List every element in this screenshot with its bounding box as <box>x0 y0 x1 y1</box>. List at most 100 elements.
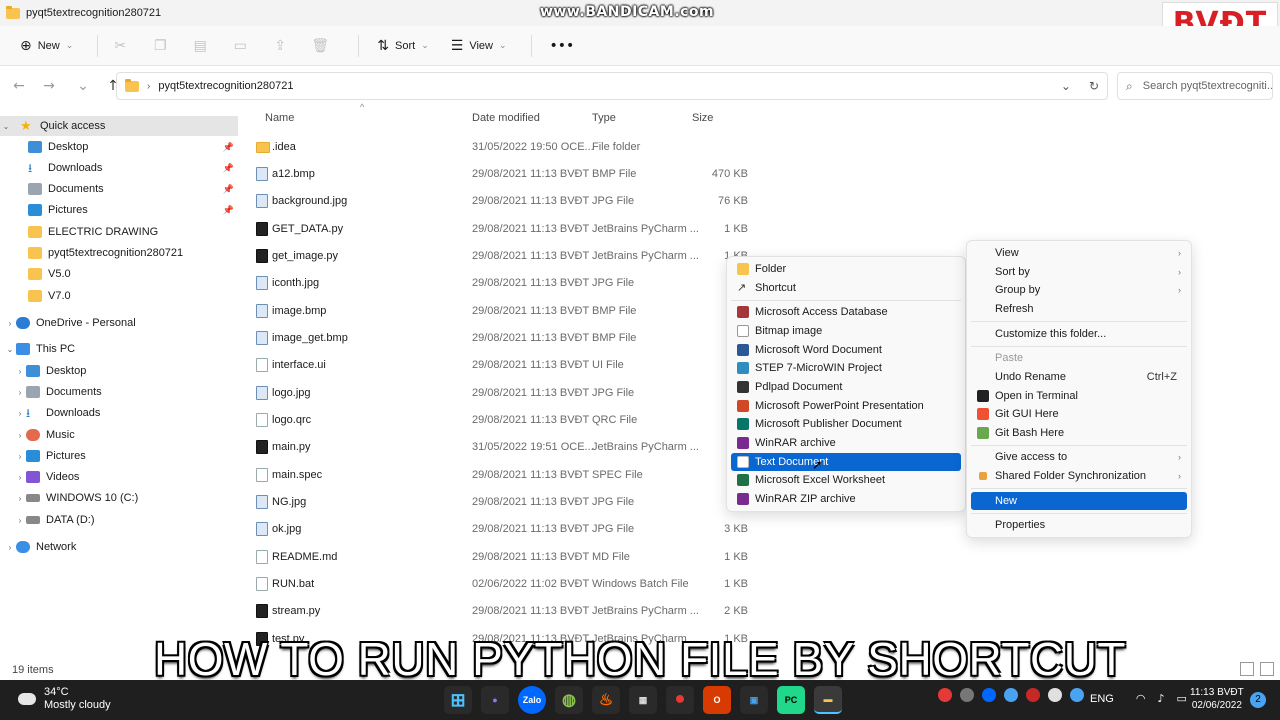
menu-item-give-access[interactable]: Give access to › <box>971 448 1187 466</box>
file-row[interactable]: interface.ui 29/08/2021 11:13 BVĐT UI File… <box>252 352 762 378</box>
rename-icon[interactable]: ▭ <box>228 34 252 58</box>
file-row[interactable]: logo.qrc 29/08/2021 11:13 BVĐT QRC File <box>252 407 762 433</box>
zalo-icon[interactable] <box>982 688 996 702</box>
app-icon[interactable] <box>1026 688 1040 702</box>
file-row[interactable]: image_get.bmp 29/08/2021 11:13 BVĐT BMP Fi… <box>252 325 762 351</box>
file-row[interactable]: logo.jpg29/08/2021 11:13 BVĐTJPG File1 <box>252 380 762 406</box>
menu-item-open-terminal[interactable]: Open in Terminal <box>971 387 1187 405</box>
file-row[interactable]: GET_DATA.py 29/08/2021 11:13 BVĐT JetBrain… <box>252 216 762 242</box>
file-row[interactable]: RUN.bat 02/06/2022 11:02 BVĐT Windows Batc… <box>252 571 762 597</box>
more-options-button[interactable]: ••• <box>542 34 583 58</box>
sidebar-item-drive-d[interactable]: › DATA (D:) <box>0 510 238 530</box>
record-icon[interactable]: ⏺ <box>666 686 694 714</box>
column-header-date[interactable]: Date modified <box>472 112 540 124</box>
copy-icon[interactable]: ❐ <box>148 34 172 58</box>
sidebar-item-pyqt5textrecognition[interactable]: pyqt5textrecognition280721 <box>0 243 238 263</box>
paste-icon[interactable]: ▤ <box>188 34 212 58</box>
menu-item-git-gui[interactable]: Git GUI Here <box>971 405 1187 423</box>
wifi-icon[interactable]: ◠ <box>1136 692 1146 705</box>
back-arrow-icon[interactable]: ← <box>4 78 34 94</box>
forward-arrow-icon[interactable]: → <box>34 78 64 94</box>
file-row[interactable]: a12.bmp 29/08/2021 11:13 BVĐT BMP File 470 … <box>252 161 762 187</box>
menu-item-publisher[interactable]: Microsoft Publisher Document <box>731 415 961 433</box>
app-icon[interactable]: ◍ <box>555 686 583 714</box>
sidebar-item-onedrive[interactable]: › OneDrive - Personal <box>0 313 238 333</box>
office-icon[interactable]: O <box>703 686 731 714</box>
chevron-down-icon[interactable]: ⌄ <box>1061 79 1071 93</box>
sidebar-item-pc-pictures[interactable]: › Pictures <box>0 446 238 466</box>
file-row[interactable]: iconth.jpg29/08/2021 11:13 BVĐTJPG File1 <box>252 270 762 296</box>
menu-item-pdlpad-document[interactable]: Pdlpad Document <box>731 378 961 396</box>
sidebar-item-desktop[interactable]: Desktop 📌 <box>0 137 238 157</box>
menu-item-paste[interactable]: Paste <box>971 349 1187 367</box>
app-icon[interactable] <box>960 688 974 702</box>
menu-item-shared-sync[interactable]: Shared Folder Synchronization › <box>971 467 1187 485</box>
sidebar-item-electric-drawing[interactable]: ELECTRIC DRAWING <box>0 222 238 242</box>
chevron-right-icon[interactable]: › <box>14 431 26 440</box>
sidebar-item-pc-desktop[interactable]: › Desktop <box>0 361 238 381</box>
file-row[interactable]: get_image.py 29/08/2021 11:13 BVĐT JetBrai… <box>252 243 762 269</box>
battery-icon[interactable]: ▭ <box>1176 692 1186 705</box>
chevron-right-icon[interactable]: › <box>14 409 26 418</box>
notification-badge[interactable]: 2 <box>1250 692 1266 708</box>
chevron-right-icon[interactable]: › <box>4 543 16 552</box>
file-explorer-icon[interactable]: ▬ <box>814 686 842 714</box>
app-icon[interactable]: ♨ <box>592 686 620 714</box>
menu-item-access-database[interactable]: Microsoft Access Database <box>731 303 961 321</box>
file-row[interactable]: NG.jpg 29/08/2021 11:13 BVĐT JPG File <box>252 489 762 515</box>
menu-item-git-bash[interactable]: Git Bash Here <box>971 424 1187 442</box>
app-grid-icon[interactable]: ▦ <box>629 686 657 714</box>
zalo-icon[interactable]: Zalo <box>518 686 546 714</box>
delete-icon[interactable]: 🗑 <box>308 34 332 58</box>
clock[interactable]: 11:13 BVĐT 02/06/2022 <box>1190 686 1244 712</box>
menu-item-excel-worksheet[interactable]: Microsoft Excel Worksheet <box>731 471 961 489</box>
sidebar-item-pc-downloads[interactable]: › ⭳ Downloads <box>0 403 238 423</box>
weather-widget[interactable]: 34°C Mostly cloudy <box>15 686 111 712</box>
menu-item-bitmap[interactable]: Bitmap image <box>731 322 961 340</box>
menu-item-undo-rename[interactable]: Undo Rename Ctrl+Z <box>971 368 1187 386</box>
menu-item-word-document[interactable]: Microsoft Word Document <box>731 341 961 359</box>
file-row[interactable]: stream.py 29/08/2021 11:13 BVĐT JetBrains … <box>252 598 762 624</box>
menu-item-winrar-zip[interactable]: WinRAR ZIP archive <box>731 490 961 508</box>
sidebar-item-music[interactable]: › Music <box>0 425 238 445</box>
file-row[interactable]: .idea 31/05/2022 19:50 OCE... File folder <box>252 134 762 160</box>
refresh-icon[interactable]: ↻ <box>1089 79 1099 93</box>
sidebar-item-quick-access[interactable]: ⌄ ★ Quick access <box>0 116 238 136</box>
chevron-right-icon[interactable]: › <box>14 388 26 397</box>
sidebar-item-this-pc[interactable]: ⌄ This PC <box>0 339 238 359</box>
menu-item-text-document[interactable]: Text Document <box>731 453 961 471</box>
sidebar-item-network[interactable]: › Network <box>0 537 238 557</box>
file-row[interactable]: ok.jpg 29/08/2021 11:13 BVĐT JPG File 3 KB <box>252 516 762 542</box>
app-icon[interactable]: ▣ <box>740 686 768 714</box>
record-icon[interactable] <box>938 688 952 702</box>
chevron-right-icon[interactable]: › <box>4 319 16 328</box>
new-button[interactable]: ⊕ New ⌄ <box>12 34 81 58</box>
sidebar-item-v5[interactable]: V5.0 <box>0 264 238 284</box>
sidebar-item-pc-documents[interactable]: › Documents <box>0 382 238 402</box>
app-icon[interactable] <box>1048 688 1062 702</box>
file-row[interactable]: image.bmp 29/08/2021 11:13 BVĐT BMP File <box>252 298 762 324</box>
chevron-down-icon[interactable]: ⌄ <box>4 345 16 354</box>
chevron-down-icon[interactable]: ⌄ <box>68 78 98 94</box>
chevron-down-icon[interactable]: ⌄ <box>0 122 12 131</box>
chevron-right-icon[interactable]: › <box>14 516 26 525</box>
column-header-type[interactable]: Type <box>592 112 616 124</box>
menu-item-step7-project[interactable]: STEP 7-MicroWIN Project <box>731 359 961 377</box>
menu-item-new[interactable]: New <box>971 492 1187 510</box>
menu-item-sort-by[interactable]: Sort by › <box>971 263 1187 281</box>
chevron-right-icon[interactable]: › <box>14 473 26 482</box>
menu-item-powerpoint[interactable]: Microsoft PowerPoint Presentation <box>731 397 961 415</box>
menu-item-customize-folder[interactable]: Customize this folder... <box>971 325 1187 343</box>
start-icon[interactable]: ⊞ <box>444 686 472 714</box>
file-row[interactable]: main.py 31/05/2022 19:51 OCE... JetBrains … <box>252 434 762 460</box>
cut-icon[interactable]: ✂ <box>108 34 132 58</box>
app-icon[interactable] <box>1004 688 1018 702</box>
menu-item-refresh[interactable]: Refresh <box>971 300 1187 318</box>
column-header-size[interactable]: Size <box>692 112 713 124</box>
share-icon[interactable]: ⇪ <box>268 34 292 58</box>
pycharm-icon[interactable]: PC <box>777 686 805 714</box>
breadcrumb[interactable]: pyqt5textrecognition280721 <box>158 80 293 92</box>
sidebar-item-drive-c[interactable]: › WINDOWS 10 (C:) <box>0 488 238 508</box>
sidebar-item-v7[interactable]: V7.0 <box>0 286 238 306</box>
view-button[interactable]: ☰ View ⌄ <box>443 34 515 58</box>
